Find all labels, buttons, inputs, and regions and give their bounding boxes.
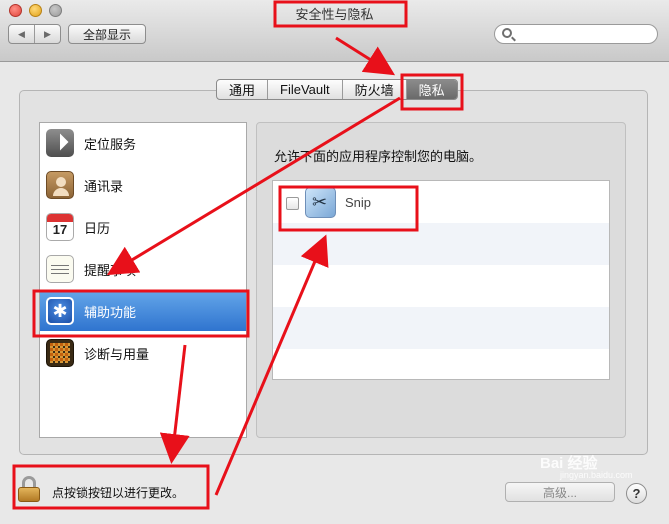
sidebar-item-diagnostics[interactable]: 诊断与用量	[40, 333, 246, 373]
empty-row	[273, 349, 609, 379]
app-list: Snip	[272, 180, 610, 380]
calendar-day: 17	[52, 222, 68, 237]
sidebar-item-accessibility[interactable]: ✱ 辅助功能	[40, 291, 246, 331]
tab-bar: 通用 FileVault 防火墙 隐私	[216, 79, 458, 100]
calendar-icon: 17	[46, 213, 74, 241]
contacts-icon	[46, 171, 74, 199]
empty-row	[273, 265, 609, 307]
sidebar-item-label: 通讯录	[84, 178, 124, 194]
sidebar-item-calendars[interactable]: 17 日历	[40, 207, 246, 247]
search-icon	[502, 28, 512, 38]
location-arrow-icon	[46, 129, 74, 157]
sidebar-item-location-services[interactable]: 定位服务	[40, 123, 246, 163]
diagnostics-icon	[46, 339, 74, 367]
sidebar-item-contacts[interactable]: 通讯录	[40, 165, 246, 205]
reminders-icon	[46, 255, 74, 283]
lock-hint-text: 点按锁按钮以进行更改。	[52, 486, 185, 500]
tab-filevault[interactable]: FileVault	[268, 80, 343, 99]
forward-arrow-icon[interactable]: ▶	[34, 25, 60, 43]
security-privacy-window: 安全性与隐私 ◀ ▶ 全部显示 通用 FileVault 防火墙 隐私 定位服务…	[0, 0, 669, 524]
tab-privacy[interactable]: 隐私	[406, 80, 457, 99]
search-input[interactable]	[494, 24, 658, 44]
window-title: 安全性与隐私	[295, 7, 374, 22]
privacy-category-list: 定位服务 通讯录 17 日历 提醒事项 ✱ 辅助功能 诊断与用量	[39, 122, 247, 438]
help-button[interactable]: ?	[626, 483, 647, 504]
app-enable-checkbox[interactable]	[286, 197, 299, 210]
tab-general[interactable]: 通用	[217, 80, 269, 99]
sidebar-item-label: 诊断与用量	[84, 346, 150, 362]
show-all-button[interactable]: 全部显示	[68, 24, 146, 44]
nav-back-forward: ◀ ▶	[8, 24, 61, 44]
app-name: Snip	[345, 195, 372, 210]
toolbar: 安全性与隐私 ◀ ▶ 全部显示	[0, 0, 669, 62]
tab-firewall[interactable]: 防火墙	[343, 80, 407, 99]
sidebar-item-label: 定位服务	[84, 136, 137, 152]
empty-row	[273, 223, 609, 265]
sidebar-item-label: 日历	[84, 220, 111, 236]
sidebar-item-label: 提醒事项	[84, 262, 137, 278]
accessibility-icon: ✱	[46, 297, 74, 325]
back-arrow-icon[interactable]: ◀	[9, 25, 34, 43]
empty-row	[273, 307, 609, 349]
advanced-button[interactable]: 高级...	[505, 482, 615, 502]
watermark-url: jingyan.baidu.com	[560, 470, 633, 480]
lock-icon[interactable]	[18, 476, 40, 502]
snip-scissors-icon	[305, 187, 336, 218]
list-item[interactable]: Snip	[273, 181, 609, 223]
allow-description: 允许下面的应用程序控制您的电脑。	[274, 149, 483, 164]
sidebar-item-label: 辅助功能	[84, 304, 137, 320]
sidebar-item-reminders[interactable]: 提醒事项	[40, 249, 246, 289]
